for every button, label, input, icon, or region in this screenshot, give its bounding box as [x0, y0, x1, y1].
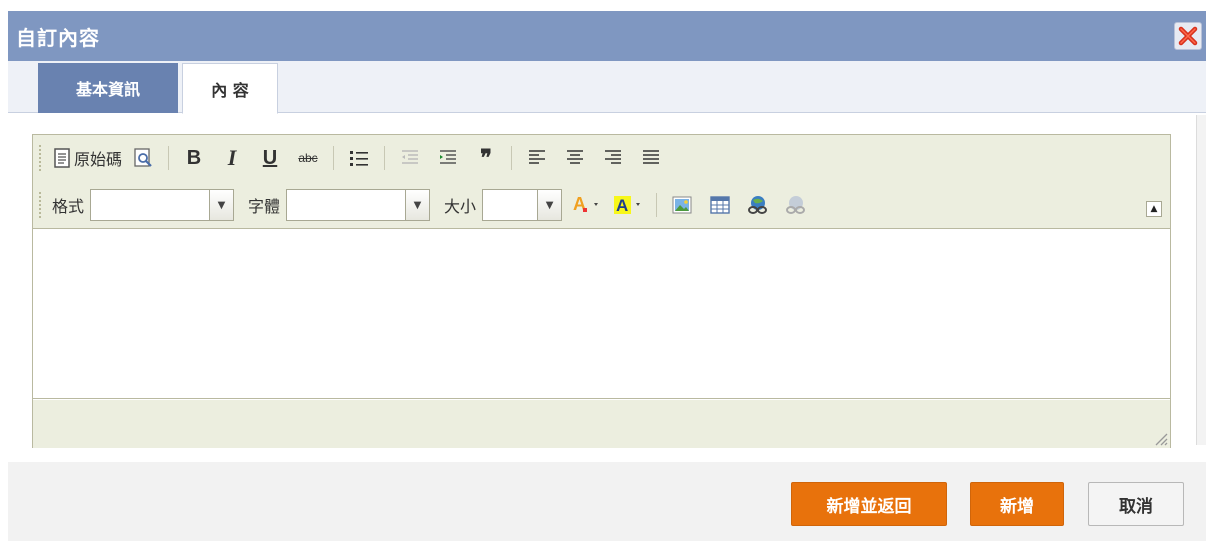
- toolbar-separator: [168, 146, 170, 170]
- bulleted-list-button[interactable]: [346, 145, 372, 171]
- indent-button[interactable]: [435, 145, 461, 171]
- font-value: [287, 190, 406, 220]
- editor-status-bar: [33, 400, 1170, 448]
- font-select[interactable]: ▼: [286, 189, 431, 221]
- close-button[interactable]: [1174, 22, 1202, 50]
- preview-icon: [134, 148, 152, 167]
- unlink-icon: [786, 196, 806, 214]
- chevron-down-icon[interactable]: ▼: [405, 190, 430, 220]
- toolbar-row-1: 原始碼 B I U abc ❞: [33, 140, 670, 176]
- toolbar-grip: [39, 145, 42, 171]
- underline-button[interactable]: U: [257, 145, 283, 171]
- save-and-return-button[interactable]: 新增並返回: [791, 482, 947, 526]
- tab-content[interactable]: 內 容: [182, 63, 278, 114]
- size-value: [483, 190, 538, 220]
- preview-button[interactable]: [130, 145, 156, 171]
- outdent-button[interactable]: [397, 145, 423, 171]
- dialog-title-bar: 自訂內容: [8, 11, 1206, 61]
- toolbar-collapse-button[interactable]: ▲: [1146, 201, 1162, 217]
- background-color-button[interactable]: A: [614, 192, 644, 218]
- editor-toolbar: 原始碼 B I U abc ❞ 格式 ▼ 字體 ▼ 大小 ▼ A A ▲: [33, 135, 1170, 229]
- size-label: 大小: [444, 197, 477, 216]
- blockquote-button[interactable]: ❞: [473, 145, 499, 171]
- format-value: [91, 190, 210, 220]
- unlink-button[interactable]: [783, 192, 809, 218]
- dialog-footer: 新增並返回 新增 取消: [8, 462, 1206, 541]
- background-color-icon: A: [614, 196, 641, 215]
- link-icon: [748, 196, 768, 214]
- justify-button[interactable]: [638, 145, 664, 171]
- toolbar-grip: [39, 192, 42, 218]
- align-left-icon: [529, 150, 546, 164]
- format-label: 格式: [52, 197, 85, 216]
- bold-button[interactable]: B: [181, 145, 207, 171]
- table-icon: [710, 196, 730, 214]
- source-icon: [54, 148, 70, 168]
- align-center-button[interactable]: [562, 145, 588, 171]
- insert-image-button[interactable]: [669, 192, 695, 218]
- align-right-button[interactable]: [600, 145, 626, 171]
- indent-icon: [440, 150, 457, 164]
- dialog-title: 自訂內容: [16, 25, 100, 50]
- size-select[interactable]: ▼: [482, 189, 563, 221]
- align-right-icon: [605, 150, 622, 164]
- toolbar-separator: [511, 146, 513, 170]
- italic-button[interactable]: I: [219, 145, 245, 171]
- align-center-icon: [567, 150, 584, 164]
- rich-text-editor: 原始碼 B I U abc ❞ 格式 ▼ 字體 ▼ 大小 ▼ A A ▲: [32, 134, 1171, 448]
- toolbar-separator: [656, 193, 658, 217]
- dialog-scrollbar[interactable]: [1196, 115, 1206, 445]
- tab-basic-info[interactable]: 基本資訊: [38, 63, 178, 113]
- resize-grip-icon[interactable]: [1152, 430, 1168, 446]
- outdent-icon: [402, 150, 419, 164]
- strikethrough-button[interactable]: abc: [295, 145, 321, 171]
- font-label: 字體: [248, 197, 281, 216]
- source-label: 原始碼: [74, 150, 123, 169]
- source-button[interactable]: 原始碼: [54, 145, 122, 171]
- format-select[interactable]: ▼: [90, 189, 235, 221]
- align-left-button[interactable]: [524, 145, 550, 171]
- text-color-icon: A: [573, 194, 599, 214]
- text-color-button[interactable]: A: [572, 192, 602, 218]
- tab-bar: 基本資訊 內 容: [8, 61, 1206, 114]
- insert-table-button[interactable]: [707, 192, 733, 218]
- chevron-down-icon[interactable]: ▼: [537, 190, 562, 220]
- justify-icon: [643, 150, 660, 164]
- toolbar-row-2: 格式 ▼ 字體 ▼ 大小 ▼ A A: [33, 187, 815, 223]
- svg-text:A: A: [616, 196, 628, 215]
- image-icon: [672, 196, 692, 214]
- toolbar-separator: [333, 146, 335, 170]
- insert-link-button[interactable]: [745, 192, 771, 218]
- close-icon: [1178, 26, 1198, 46]
- toolbar-separator: [384, 146, 386, 170]
- cancel-button[interactable]: 取消: [1088, 482, 1184, 526]
- bulleted-list-icon: [350, 151, 369, 166]
- editor-content-area[interactable]: [33, 229, 1170, 399]
- chevron-down-icon[interactable]: ▼: [209, 190, 234, 220]
- save-button[interactable]: 新增: [970, 482, 1064, 526]
